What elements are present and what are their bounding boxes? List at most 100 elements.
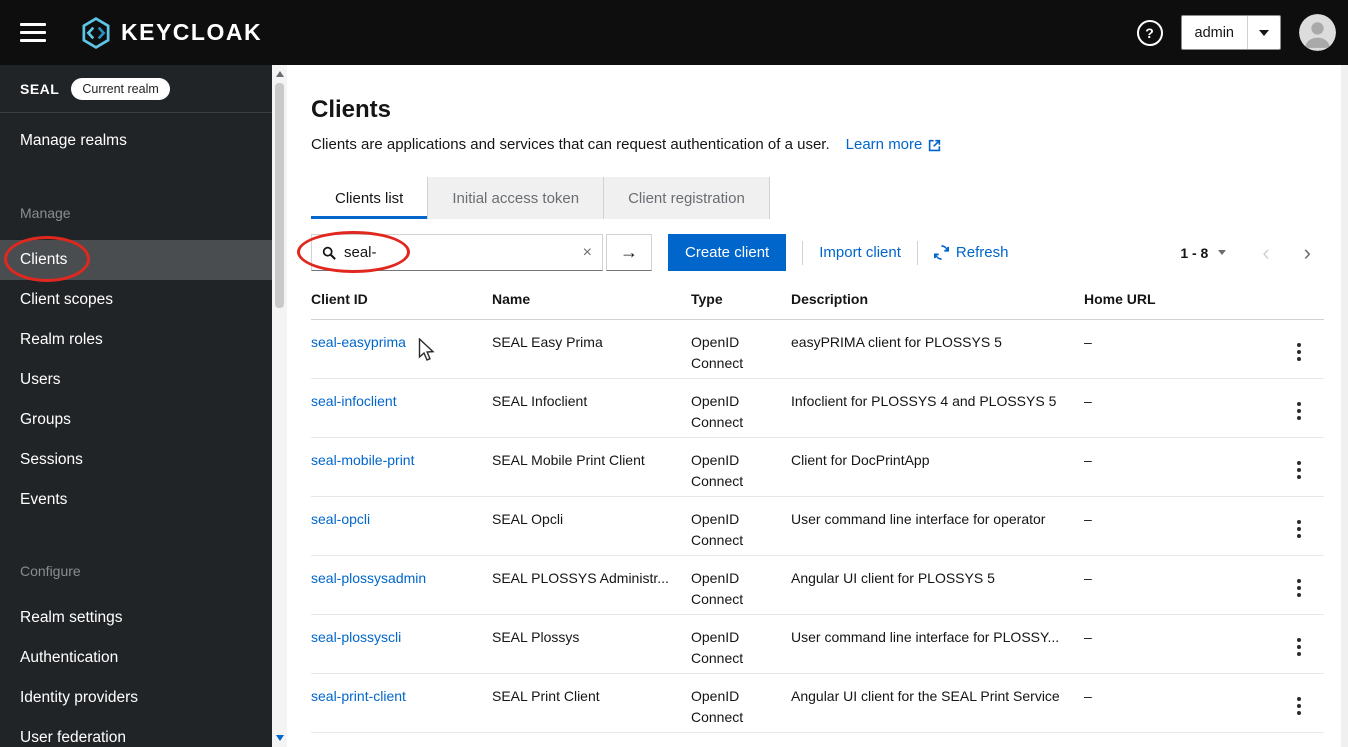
kebab-menu-button[interactable] bbox=[1287, 692, 1311, 720]
table-row: seal-opcli SEAL Opcli OpenID Connect Use… bbox=[311, 496, 1324, 556]
question-mark-icon: ? bbox=[1145, 24, 1154, 41]
home-url-cell: – bbox=[1084, 319, 1274, 379]
search-input[interactable] bbox=[344, 244, 575, 261]
page-description: Clients are applications and services th… bbox=[311, 136, 830, 153]
client-description-cell: Angular UI client for PLOSSYS 5 bbox=[791, 555, 1084, 615]
kebab-menu-button[interactable] bbox=[1287, 515, 1311, 543]
kebab-menu-button[interactable] bbox=[1287, 574, 1311, 602]
search-box: × bbox=[311, 234, 603, 271]
clients-table: Client ID Name Type Description Home URL… bbox=[311, 277, 1324, 733]
hamburger-icon bbox=[20, 23, 46, 26]
client-type-cell: OpenID Connect bbox=[691, 614, 791, 674]
nav-toggle-button[interactable] bbox=[20, 23, 46, 42]
column-header-name: Name bbox=[492, 277, 691, 320]
client-name-cell: SEAL Opcli bbox=[492, 496, 691, 556]
column-header-home-url: Home URL bbox=[1084, 277, 1274, 320]
search-submit-button[interactable]: → bbox=[606, 234, 652, 271]
client-name-cell: SEAL Plossys bbox=[492, 614, 691, 674]
scroll-up-arrow-icon[interactable] bbox=[272, 67, 287, 81]
user-avatar-icon bbox=[1299, 14, 1336, 51]
kebab-menu-button[interactable] bbox=[1287, 456, 1311, 484]
sidebar-item-authentication[interactable]: Authentication bbox=[0, 638, 272, 678]
sidebar: SEAL Current realm Manage realms Manage … bbox=[0, 65, 287, 747]
user-menu-label: admin bbox=[1194, 24, 1235, 41]
external-link-icon bbox=[929, 139, 941, 151]
sidebar-item-client-scopes[interactable]: Client scopes bbox=[0, 280, 272, 320]
client-type-cell: OpenID Connect bbox=[691, 437, 791, 497]
user-menu-dropdown[interactable]: admin bbox=[1180, 15, 1281, 50]
tab-initial-access-token[interactable]: Initial access token bbox=[427, 177, 605, 219]
refresh-button[interactable]: Refresh bbox=[933, 244, 1008, 261]
prev-page-button[interactable]: ‹ bbox=[1256, 240, 1275, 266]
sidebar-item-manage-realms[interactable]: Manage realms bbox=[0, 120, 272, 162]
create-client-button[interactable]: Create client bbox=[668, 234, 787, 271]
table-row: seal-plossysadmin SEAL PLOSSYS Administr… bbox=[311, 555, 1324, 615]
client-type-cell: OpenID Connect bbox=[691, 378, 791, 438]
chevron-down-icon bbox=[1259, 29, 1269, 36]
tab-clients-list[interactable]: Clients list bbox=[311, 177, 428, 219]
column-header-client-id: Client ID bbox=[311, 277, 492, 320]
client-description-cell: User command line interface for operator bbox=[791, 496, 1084, 556]
import-client-link[interactable]: Import client bbox=[819, 244, 901, 261]
page-title: Clients bbox=[311, 96, 392, 123]
scroll-down-arrow-icon[interactable] bbox=[272, 731, 287, 745]
chevron-right-icon: › bbox=[1303, 239, 1311, 265]
main-content: Clients Clients are applications and ser… bbox=[287, 65, 1348, 747]
client-name-cell: SEAL Print Client bbox=[492, 673, 691, 733]
client-name-cell: SEAL Easy Prima bbox=[492, 319, 691, 379]
table-row: seal-infoclient SEAL Infoclient OpenID C… bbox=[311, 378, 1324, 438]
sidebar-item-users[interactable]: Users bbox=[0, 360, 272, 400]
learn-more-link[interactable]: Learn more bbox=[846, 135, 942, 155]
client-description-cell: Infoclient for PLOSSYS 4 and PLOSSYS 5 bbox=[791, 378, 1084, 438]
table-row: seal-easyprima SEAL Easy Prima OpenID Co… bbox=[311, 319, 1324, 379]
sidebar-scrollbar[interactable] bbox=[272, 65, 287, 747]
client-type-cell: OpenID Connect bbox=[691, 496, 791, 556]
clear-search-button[interactable]: × bbox=[583, 244, 592, 261]
client-type-cell: OpenID Connect bbox=[691, 319, 791, 379]
home-url-cell: – bbox=[1084, 496, 1274, 556]
sidebar-item-realm-roles[interactable]: Realm roles bbox=[0, 320, 272, 360]
client-id-link[interactable]: seal-mobile-print bbox=[311, 452, 414, 468]
client-id-link[interactable]: seal-plossysadmin bbox=[311, 570, 426, 586]
search-icon bbox=[322, 246, 336, 260]
page-header: Clients Clients are applications and ser… bbox=[287, 65, 1348, 155]
arrow-right-icon: → bbox=[620, 242, 638, 262]
toolbar-divider bbox=[802, 240, 804, 265]
chevron-left-icon: ‹ bbox=[1262, 239, 1270, 265]
client-id-link[interactable]: seal-infoclient bbox=[311, 393, 397, 409]
help-button[interactable]: ? bbox=[1136, 19, 1163, 46]
client-name-cell: SEAL PLOSSYS Administr... bbox=[492, 555, 691, 615]
sidebar-item-sessions[interactable]: Sessions bbox=[0, 440, 272, 480]
home-url-cell: – bbox=[1084, 614, 1274, 674]
realm-name: SEAL bbox=[20, 80, 60, 97]
kebab-menu-button[interactable] bbox=[1287, 397, 1311, 425]
sidebar-item-groups[interactable]: Groups bbox=[0, 400, 272, 440]
client-type-cell: OpenID Connect bbox=[691, 555, 791, 615]
keycloak-logo: KEYCLOAK bbox=[78, 15, 262, 51]
refresh-icon bbox=[933, 245, 949, 260]
sidebar-item-realm-settings[interactable]: Realm settings bbox=[0, 598, 272, 638]
next-page-button[interactable]: › bbox=[1298, 240, 1317, 266]
sidebar-item-identity-providers[interactable]: Identity providers bbox=[0, 678, 272, 718]
kebab-menu-button[interactable] bbox=[1287, 633, 1311, 661]
kebab-menu-button[interactable] bbox=[1287, 338, 1311, 366]
client-description-cell: Client for DocPrintApp bbox=[791, 437, 1084, 497]
tabs: Clients list Initial access token Client… bbox=[287, 177, 1348, 219]
column-header-actions bbox=[1274, 277, 1324, 320]
sidebar-item-user-federation[interactable]: User federation bbox=[0, 718, 272, 747]
realm-switcher[interactable]: SEAL Current realm bbox=[0, 65, 272, 113]
brand-wordmark: KEYCLOAK bbox=[121, 19, 263, 45]
nav-section-configure: Configure bbox=[20, 563, 81, 579]
client-id-link[interactable]: seal-plossyscli bbox=[311, 629, 401, 645]
client-id-link[interactable]: seal-easyprima bbox=[311, 334, 406, 350]
client-id-link[interactable]: seal-print-client bbox=[311, 688, 406, 704]
sidebar-item-clients[interactable]: Clients bbox=[0, 240, 272, 280]
sidebar-item-events[interactable]: Events bbox=[0, 480, 272, 520]
tab-client-registration[interactable]: Client registration bbox=[604, 177, 770, 219]
client-id-link[interactable]: seal-opcli bbox=[311, 511, 370, 527]
scrollbar-thumb[interactable] bbox=[275, 83, 284, 308]
pagination-caret-icon[interactable] bbox=[1218, 250, 1227, 255]
table-header-row: Client ID Name Type Description Home URL bbox=[311, 277, 1324, 320]
avatar[interactable] bbox=[1299, 14, 1336, 51]
home-url-cell: – bbox=[1084, 378, 1274, 438]
